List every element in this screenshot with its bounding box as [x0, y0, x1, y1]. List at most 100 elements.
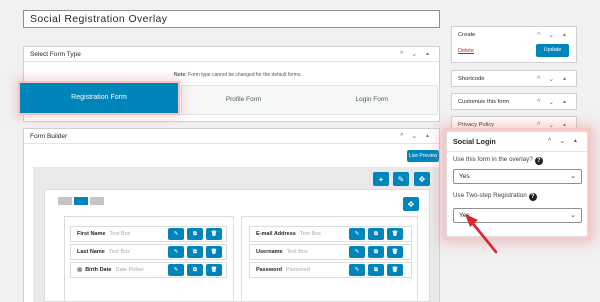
delete-field-button[interactable]: 🗑: [206, 228, 222, 240]
chevron-down-icon[interactable]: ⌄: [559, 138, 568, 145]
edit-field-button[interactable]: ✎: [168, 264, 184, 276]
overlay-select[interactable]: Yes ⌄: [453, 169, 582, 184]
live-preview-button[interactable]: Live Preview: [407, 150, 439, 162]
overlay-select-value: Yes: [459, 173, 470, 180]
field-row-password[interactable]: Password Password ✎ ⧉ 🗑: [249, 262, 412, 278]
field-label: Username: [256, 249, 283, 255]
duplicate-field-button[interactable]: ⧉: [368, 246, 384, 258]
field-actions: ✎ ⧉ 🗑: [168, 246, 222, 258]
field-row-last-name[interactable]: Last Name Text Box ✎ ⧉ 🗑: [70, 244, 227, 260]
edit-field-button[interactable]: ✎: [349, 228, 365, 240]
chevron-down-icon[interactable]: ⌄: [548, 122, 557, 129]
field-type: Text Box: [299, 231, 321, 237]
panel-title: Select Form Type: [30, 51, 81, 58]
trash-icon: 🗑: [210, 249, 218, 255]
arrow-up-icon[interactable]: ▲: [425, 133, 433, 139]
panel-controls[interactable]: ^ ⌄ ▲: [400, 132, 433, 140]
arrow-up-icon[interactable]: ▲: [562, 76, 570, 82]
note-label: Note:: [174, 72, 187, 78]
edit-row-button[interactable]: ✎: [393, 172, 409, 186]
edit-field-button[interactable]: ✎: [168, 228, 184, 240]
duplicate-field-button[interactable]: ⧉: [187, 264, 203, 276]
chevron-up-icon[interactable]: ^: [400, 51, 406, 58]
help-icon[interactable]: ?: [528, 193, 537, 201]
layout-three-columns[interactable]: [90, 197, 104, 205]
duplicate-field-button[interactable]: ⧉: [368, 264, 384, 276]
copy-icon: ⧉: [374, 266, 378, 273]
chevron-up-icon[interactable]: ^: [537, 99, 543, 106]
trash-icon: 🗑: [391, 267, 399, 273]
chevron-up-icon[interactable]: ^: [537, 122, 543, 129]
box-controls[interactable]: ^ ⌄ ▲: [537, 75, 570, 83]
tab-profile-form[interactable]: Profile Form: [182, 85, 305, 115]
panel-header: Form Builder ^ ⌄ ▲: [24, 129, 439, 144]
layout-one-column[interactable]: [58, 197, 72, 205]
customize-box[interactable]: Customize this form ^ ⌄ ▲: [451, 93, 577, 110]
chevron-down-icon[interactable]: ⌄: [411, 133, 420, 140]
edit-field-button[interactable]: ✎: [349, 264, 365, 276]
delete-field-button[interactable]: 🗑: [387, 228, 403, 240]
delete-field-button[interactable]: 🗑: [387, 246, 403, 258]
plus-icon: +: [378, 174, 384, 184]
tab-login-form[interactable]: Login Form: [310, 85, 434, 115]
calendar-icon: ▦: [77, 267, 83, 273]
arrow-up-icon[interactable]: ▲: [562, 99, 570, 105]
chevron-up-icon[interactable]: ^: [537, 32, 543, 39]
field-label: E-mail Address: [256, 231, 296, 237]
add-row-button[interactable]: +: [373, 172, 389, 186]
box-title: Create: [458, 32, 476, 38]
field-label: Last Name: [77, 249, 105, 255]
arrow-up-icon[interactable]: ▲: [562, 122, 570, 128]
box-title: Shortcode: [458, 76, 485, 82]
chevron-down-icon[interactable]: ⌄: [548, 76, 557, 83]
layout-two-columns[interactable]: [74, 197, 88, 205]
privacy-policy-box[interactable]: Privacy Policy ^ ⌄ ▲: [451, 116, 577, 132]
delete-field-button[interactable]: 🗑: [206, 246, 222, 258]
update-button[interactable]: Update: [536, 44, 569, 57]
trash-icon: 🗑: [210, 231, 218, 237]
copy-icon: ⧉: [193, 266, 197, 273]
form-type-note: Note: Form type cannot be changed for th…: [174, 72, 302, 78]
delete-field-button[interactable]: 🗑: [206, 264, 222, 276]
chevron-down-icon[interactable]: ⌄: [548, 32, 557, 39]
form-title-input[interactable]: Social Registration Overlay: [23, 10, 440, 28]
chevron-down-icon: ⌄: [570, 173, 576, 180]
duplicate-field-button[interactable]: ⧉: [187, 228, 203, 240]
field-row-first-name[interactable]: First Name Text Box ✎ ⧉ 🗑: [70, 226, 227, 242]
move-icon: ✥: [418, 174, 426, 184]
move-section-button[interactable]: ✥: [403, 197, 419, 211]
chevron-down-icon[interactable]: ⌄: [548, 99, 557, 106]
move-row-button[interactable]: ✥: [414, 172, 430, 186]
annotation-arrow-icon: [465, 214, 498, 254]
arrow-up-icon[interactable]: ▲: [425, 51, 433, 57]
field-actions: ✎ ⧉ 🗑: [168, 264, 222, 276]
chevron-up-icon[interactable]: ^: [537, 76, 543, 83]
delete-field-button[interactable]: 🗑: [387, 264, 403, 276]
overlay-question-label: Use this form in the overlay?: [453, 156, 533, 163]
field-type: Text Box: [108, 249, 130, 255]
arrow-up-icon[interactable]: ▲: [573, 138, 581, 144]
tab-registration-form[interactable]: Registration Form: [20, 83, 178, 113]
box-controls[interactable]: ^ ⌄ ▲: [537, 121, 570, 129]
panel-controls[interactable]: ^ ⌄ ▲: [400, 50, 433, 58]
shortcode-box[interactable]: Shortcode ^ ⌄ ▲: [451, 70, 577, 87]
edit-field-button[interactable]: ✎: [349, 246, 365, 258]
edit-field-button[interactable]: ✎: [168, 246, 184, 258]
pencil-icon: ✎: [354, 267, 360, 273]
chevron-up-icon[interactable]: ^: [548, 138, 554, 145]
chevron-down-icon[interactable]: ⌄: [411, 51, 420, 58]
field-row-email[interactable]: E-mail Address Text Box ✎ ⧉ 🗑: [249, 226, 412, 242]
arrow-up-icon[interactable]: ▲: [562, 32, 570, 38]
chevron-up-icon[interactable]: ^: [400, 133, 406, 140]
field-type: Text Box: [286, 249, 308, 255]
field-row-username[interactable]: Username Text Box ✎ ⧉ 🗑: [249, 244, 412, 260]
box-controls[interactable]: ^ ⌄ ▲: [537, 98, 570, 106]
duplicate-field-button[interactable]: ⧉: [368, 228, 384, 240]
delete-link[interactable]: Delete: [458, 48, 474, 54]
box-controls[interactable]: ^ ⌄ ▲: [537, 31, 570, 39]
panel-controls[interactable]: ^ ⌄ ▲: [548, 137, 581, 145]
two-step-question-label: Use Two-step Registration: [453, 192, 527, 199]
duplicate-field-button[interactable]: ⧉: [187, 246, 203, 258]
field-row-birth-date[interactable]: ▦ Birth Date Date Picker ✎ ⧉ 🗑: [70, 262, 227, 278]
help-icon[interactable]: ?: [534, 157, 543, 165]
